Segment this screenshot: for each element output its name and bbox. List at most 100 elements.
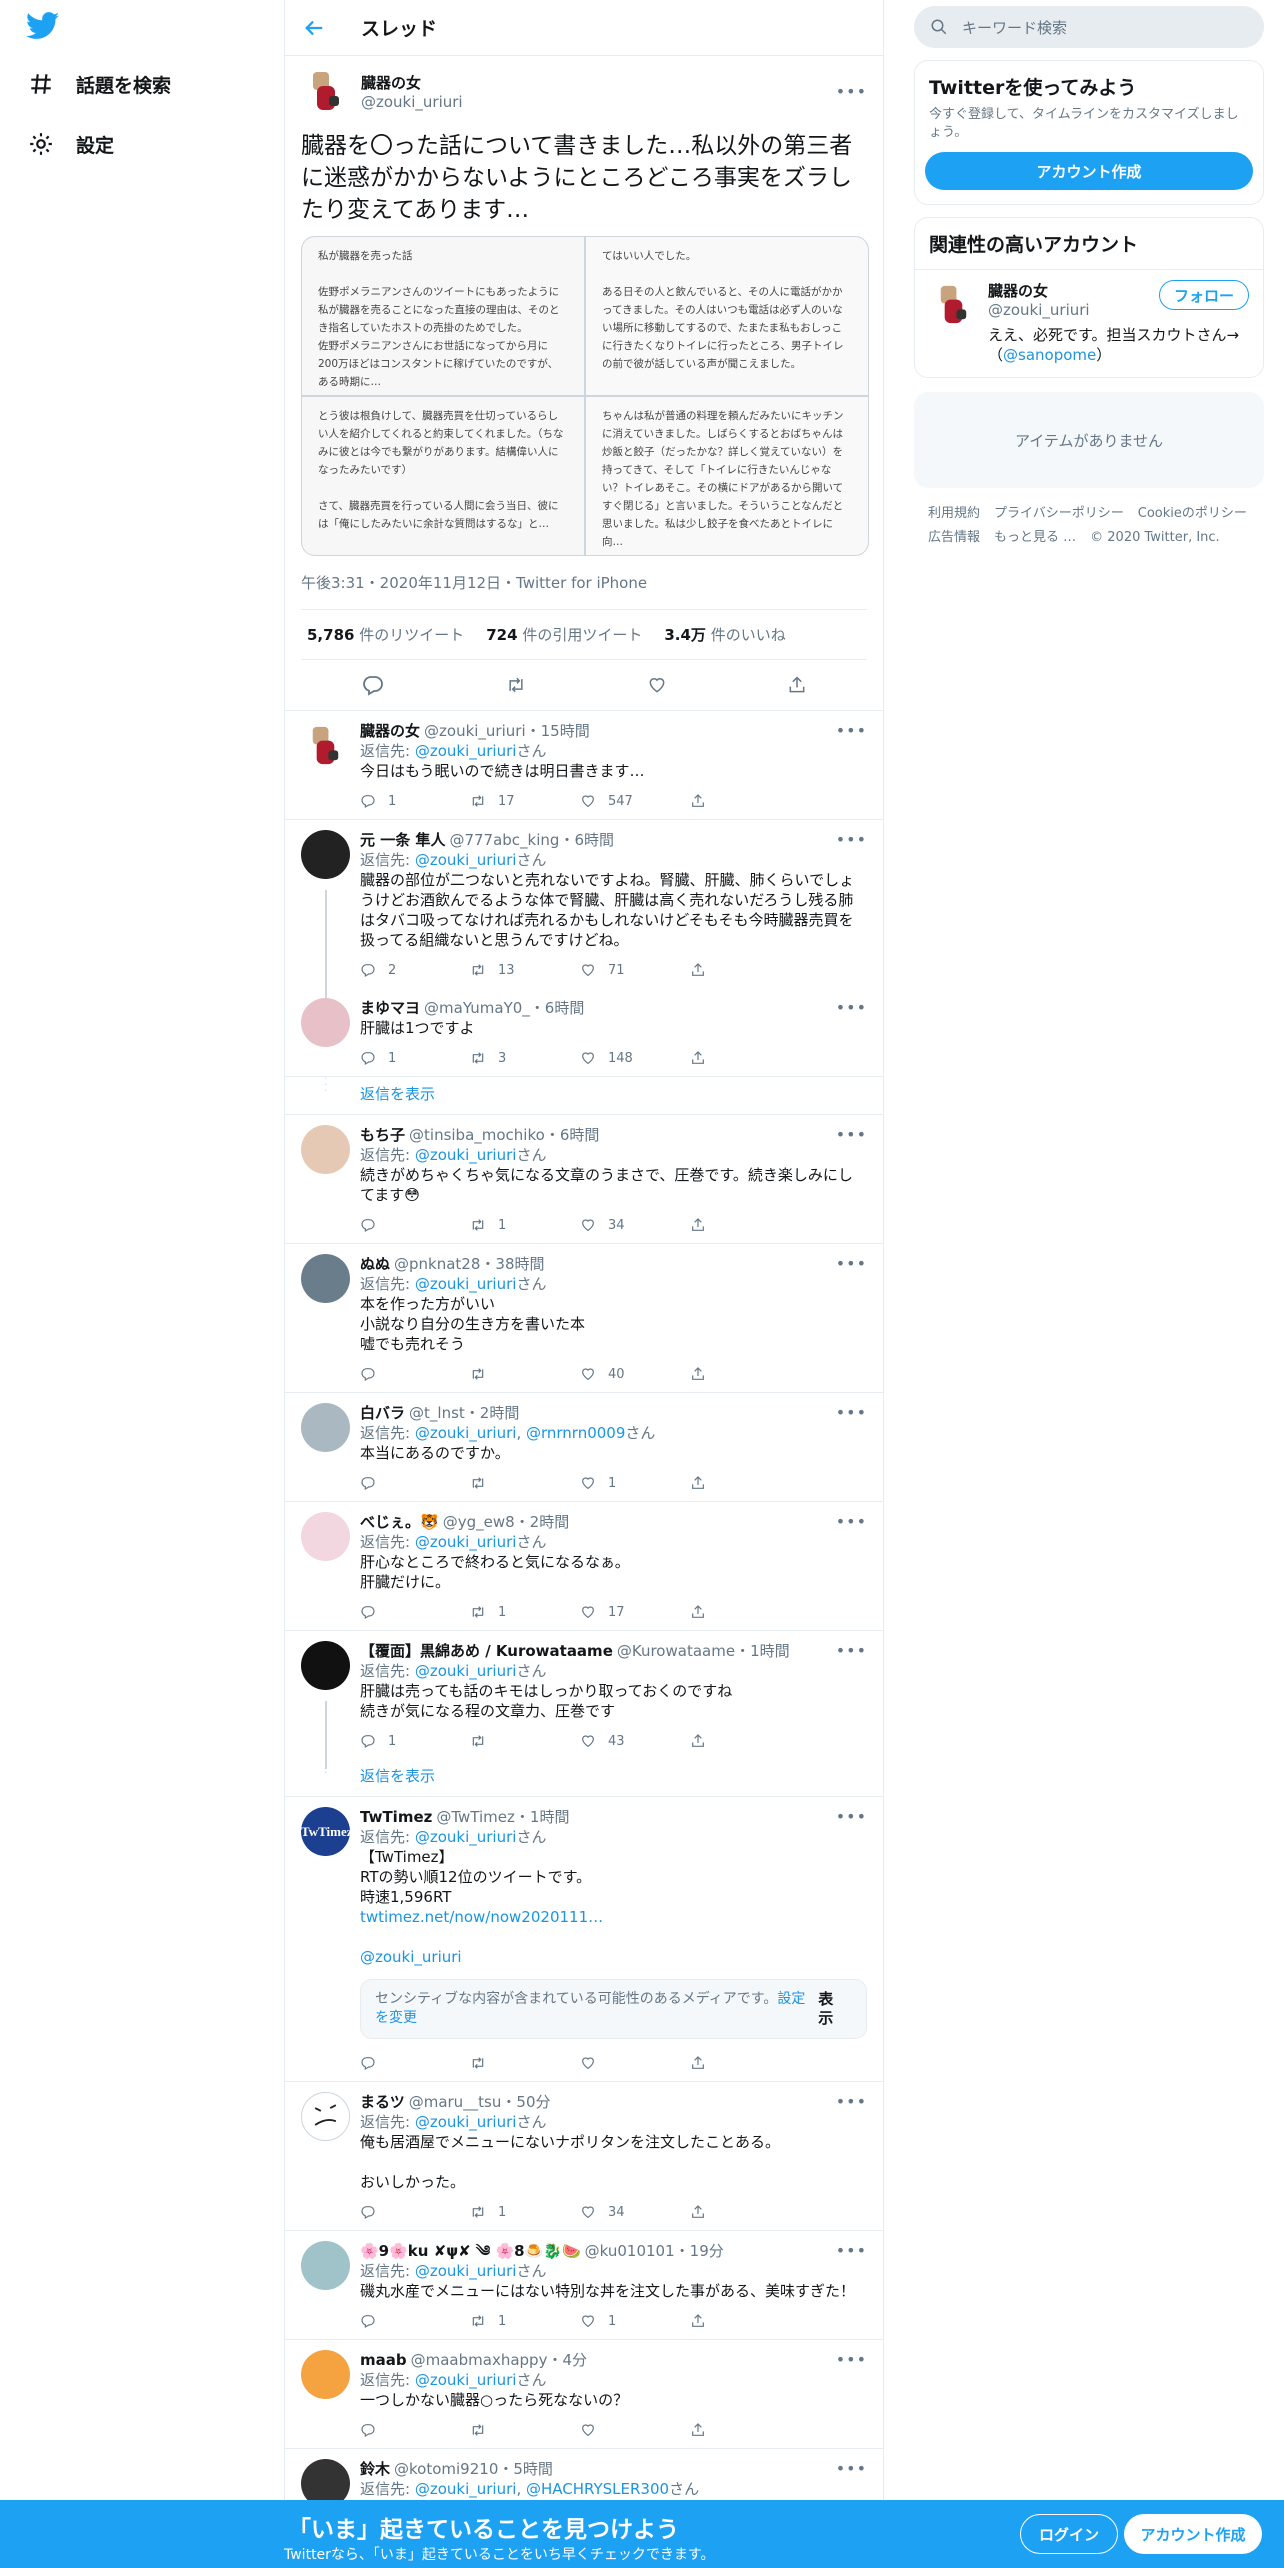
retweet-action[interactable] [470,2055,580,2071]
avatar[interactable] [929,280,978,329]
reply-time[interactable]: 6時間 [560,1125,600,1145]
retweet-action[interactable]: 1 [470,1604,580,1620]
reply-tweet[interactable]: 元 一条 隼人 @777abc_king ・ 6時間 ••• 返信先: @zouki_ur… [285,820,883,998]
mention-link[interactable]: @zouki_uriuri [415,2113,517,2131]
share-action[interactable] [690,2313,800,2329]
share-action[interactable] [690,1050,800,1066]
share-action[interactable] [690,2204,800,2220]
more-icon[interactable]: ••• [828,1125,867,1145]
more-icon[interactable]: ••• [828,1512,867,1532]
retweet-action[interactable]: 1 [470,2313,580,2329]
more-icon[interactable]: ••• [828,1403,867,1423]
nav-settings[interactable]: 設定 [28,124,114,164]
reply-time[interactable]: 1時間 [530,1807,570,1827]
author-name[interactable]: 臓器の女 [360,721,420,741]
share-action[interactable] [690,2422,800,2438]
author-handle[interactable]: @yg_ew8 [443,1512,515,1532]
author-name[interactable]: 🌸9🌸ku ✘ψ✘ ༄ 🌸8🍮🐉🍉 [360,2241,581,2261]
reply-tweet[interactable]: TwTimez TwTimez @TwTimez ・ 1時間 ••• 返信先: @zouki… [285,1797,883,2082]
share-action[interactable] [690,2055,800,2071]
reply-time[interactable]: 2時間 [530,1512,570,1532]
share-action[interactable] [690,1475,800,1491]
retweet-action[interactable] [470,1475,580,1491]
reply-tweet[interactable]: まるツ @maru__tsu ・ 50分 ••• 返信先: @zouki_uriuriさん… [285,2082,883,2231]
author-handle[interactable]: @maYumaY0_ [424,998,530,1018]
reply-tweet[interactable]: 臓器の女 @zouki_uriuri ・ 15時間 ••• 返信先: @zouki_uri… [285,711,883,820]
arrow-left-icon[interactable] [303,17,325,39]
more-icon[interactable]: ••• [828,998,867,1018]
author-name[interactable]: もち子 [360,1125,405,1145]
author-name[interactable]: TwTimez [360,1807,432,1827]
author-handle[interactable]: @zouki_uriuri [361,93,463,111]
avatar[interactable] [301,998,350,1047]
more-icon[interactable]: ••• [828,2350,867,2370]
like-action[interactable]: 148 [580,1050,690,1066]
avatar[interactable] [301,66,351,116]
avatar[interactable] [301,1125,350,1174]
author-name[interactable]: まゆマヨ [360,998,420,1018]
like-action[interactable]: 1 [580,2313,690,2329]
like-action[interactable]: 43 [580,1733,690,1749]
reply-time[interactable]: 50分 [516,2092,550,2112]
avatar[interactable] [301,1403,350,1452]
reply-icon[interactable] [361,673,385,697]
reply-action[interactable] [360,1217,470,1233]
mention-link[interactable]: @zouki_uriuri [415,1424,517,1442]
reply-action[interactable]: 1 [360,1050,470,1066]
author-handle[interactable]: @Kurowataame [617,1641,735,1661]
reply-time[interactable]: 15時間 [541,721,590,741]
author-name[interactable]: maab [360,2350,407,2370]
reply-time[interactable]: 6時間 [574,830,614,850]
author-handle[interactable]: @TwTimez [436,1807,515,1827]
author-name[interactable]: まるツ [360,2092,405,2112]
mention-link[interactable]: @zouki_uriuri [415,1275,517,1293]
share-action[interactable] [690,1366,800,1382]
share-icon[interactable] [787,675,807,695]
like-action[interactable] [580,2422,690,2438]
reply-action[interactable]: 1 [360,1733,470,1749]
reply-action[interactable]: 1 [360,793,470,809]
reply-tweet[interactable]: maab @maabmaxhappy ・ 4分 ••• 返信先: @zouki_uriur… [285,2340,883,2449]
mention-link[interactable]: @zouki_uriuri [415,851,517,869]
mention-link[interactable]: @zouki_uriuri [415,2480,517,2498]
mention-link[interactable]: @zouki_uriuri [415,1533,517,1551]
mention-link[interactable]: @rnrnrn0009 [526,1424,625,1442]
reply-action[interactable] [360,1366,470,1382]
reply-tweet[interactable]: もち子 @tinsiba_mochiko ・ 6時間 ••• 返信先: @zouki_ur… [285,1115,883,1244]
author-name[interactable]: 鈴木 [360,2459,390,2479]
bio-link[interactable]: @sanopome [1003,346,1096,364]
retweet-action[interactable]: 13 [470,962,580,978]
footer-link[interactable]: もっと見る … [994,526,1076,550]
avatar[interactable] [301,2092,350,2141]
avatar[interactable]: TwTimez [301,1807,350,1856]
reply-time[interactable]: 2時間 [480,1403,520,1423]
like-icon[interactable] [647,675,667,695]
author-name[interactable]: 白バラ [360,1403,405,1423]
retweet-action[interactable]: 3 [470,1050,580,1066]
related-handle[interactable]: @zouki_uriuri [988,301,1090,319]
show-replies-link[interactable]: · · · 返信を表示 [285,1075,883,1115]
author-handle[interactable]: @maabmaxhappy [411,2350,548,2370]
reply-time[interactable]: 5時間 [513,2459,553,2479]
mention-link[interactable]: @zouki_uriuri [415,1146,517,1164]
reply-time[interactable]: 4分 [562,2350,587,2370]
share-action[interactable] [690,962,800,978]
reply-action[interactable] [360,2204,470,2220]
like-action[interactable]: 40 [580,1366,690,1382]
show-media-button[interactable]: 表示 [812,1990,852,2028]
bottom-signup-button[interactable]: アカウント作成 [1124,2514,1262,2554]
mention-link[interactable]: @zouki_uriuri [415,1828,517,1846]
footer-link[interactable]: プライバシーポリシー [994,502,1124,526]
reply-time[interactable]: 19分 [690,2241,724,2261]
avatar[interactable] [301,1512,350,1561]
twitter-bird-icon[interactable] [26,12,60,40]
footer-link[interactable]: 広告情報 [928,526,980,550]
mention-link[interactable]: @zouki_uriuri [360,1947,867,1967]
like-action[interactable]: 34 [580,2204,690,2220]
more-icon[interactable]: ••• [836,82,867,101]
related-name[interactable]: 臓器の女 [988,280,1090,301]
mention-link[interactable]: @zouki_uriuri [415,2262,517,2280]
nav-explore[interactable]: 話題を検索 [28,64,171,104]
search-box[interactable]: キーワード検索 [914,6,1264,48]
like-action[interactable]: 17 [580,1604,690,1620]
